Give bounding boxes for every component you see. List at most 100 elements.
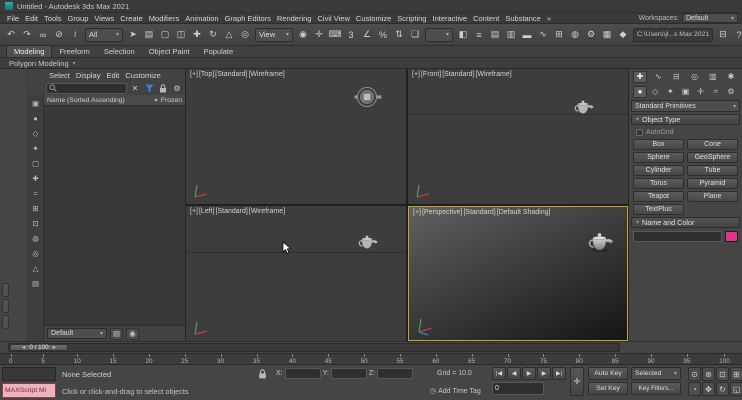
rendered-frame-window-icon[interactable]: ▦ <box>599 26 615 43</box>
viewport-perspective-standard-menu[interactable]: [Standard] <box>463 209 495 216</box>
frame-tick-80[interactable]: 80 <box>576 354 583 364</box>
teapot-object-left-view[interactable] <box>356 234 382 250</box>
frame-tick-65[interactable]: 65 <box>468 354 475 364</box>
maxscript-mini-listener[interactable]: MAXScript Mi <box>2 383 56 398</box>
create-button-box[interactable]: Box <box>633 139 684 150</box>
frame-tick-45[interactable]: 45 <box>325 354 332 364</box>
frame-tick-75[interactable]: 75 <box>540 354 547 364</box>
explorer-menu-customize[interactable]: Customize <box>122 71 163 80</box>
x-coordinate-field[interactable] <box>285 368 321 379</box>
viewport-layout-tab-c[interactable] <box>2 315 9 329</box>
viewport-left-general-menu[interactable]: [+] <box>190 208 198 215</box>
zoom-icon[interactable]: ⊙ <box>688 367 701 381</box>
menu-modifiers[interactable]: Modifiers <box>146 14 182 23</box>
viewport-top-shading-menu[interactable]: [Wireframe] <box>248 71 284 78</box>
ribbon-tab-modeling[interactable]: Modeling <box>6 45 52 57</box>
viewport-front-pov-menu[interactable]: [Front] <box>421 71 441 78</box>
name-color-rollout-header[interactable]: ▾ Name and Color <box>631 217 740 228</box>
explorer-layer-dropdown[interactable]: Default ▾ <box>47 328 107 339</box>
viewport-layout-tab-a[interactable] <box>2 283 9 297</box>
menu-content[interactable]: Content <box>470 14 502 23</box>
explorer-settings-icon[interactable]: ▤ <box>110 328 123 340</box>
selection-filter-dropdown[interactable]: All ▾ <box>85 28 123 42</box>
pan-icon[interactable]: ✥ <box>702 382 715 396</box>
menu-substance[interactable]: Substance <box>502 14 543 23</box>
helpers-category-icon[interactable]: ✛ <box>694 86 708 98</box>
motion-tab-icon[interactable]: ◎ <box>688 71 702 83</box>
menu-views[interactable]: Views <box>91 14 117 23</box>
menu-animation[interactable]: Animation <box>182 14 221 23</box>
add-time-tag[interactable]: ◷ Add Time Tag <box>430 387 481 395</box>
teapot-object-front-view[interactable] <box>572 99 598 115</box>
viewport-left-shading-menu[interactable]: [Wireframe] <box>249 208 285 215</box>
ribbon-panel-strip[interactable]: Polygon Modeling ▾ <box>0 58 742 69</box>
go-to-start-button[interactable]: |◀ <box>492 367 506 380</box>
project-folder-field[interactable]: C:\Users\jl...s Max 2021 <box>633 28 713 42</box>
render-setup-icon[interactable]: ⚙ <box>583 26 599 43</box>
set-keys-toggle[interactable]: ✛ <box>570 367 584 396</box>
create-button-cylinder[interactable]: Cylinder <box>633 165 684 176</box>
frame-tick-20[interactable]: 20 <box>145 354 152 364</box>
zoom-all-icon[interactable]: ⊛ <box>702 367 715 381</box>
maxscript-listener-line[interactable] <box>2 367 56 381</box>
undo-icon[interactable]: ↶ <box>3 26 19 43</box>
auto-key-button[interactable]: Auto Key <box>588 367 628 380</box>
frame-tick-90[interactable]: 90 <box>647 354 654 364</box>
ribbon-tab-populate[interactable]: Populate <box>197 46 241 57</box>
hierarchy-tab-icon[interactable]: ⊟ <box>669 71 683 83</box>
column-frozen-header[interactable]: Frozen <box>161 97 182 104</box>
autogrid-checkbox[interactable] <box>636 129 643 136</box>
toggle-display-all-icon[interactable]: ▣ <box>30 97 42 109</box>
menu-customize[interactable]: Customize <box>353 14 394 23</box>
geometry-category-icon[interactable]: ● <box>633 86 647 98</box>
selection-region-icon[interactable]: ▢ <box>157 26 173 43</box>
zoom-extents-icon[interactable]: ⊡ <box>716 367 729 381</box>
create-button-pyramid[interactable]: Pyramid <box>687 178 738 189</box>
shapes-category-icon[interactable]: ◇ <box>648 86 662 98</box>
render-production-icon[interactable]: ◆ <box>615 26 631 43</box>
toggle-xrefs-icon[interactable]: ⊡ <box>30 217 42 229</box>
mirror-icon[interactable]: ◧ <box>455 26 471 43</box>
set-key-button[interactable]: Set Key <box>588 382 628 395</box>
viewport-left-standard-menu[interactable]: [Standard] <box>216 208 248 215</box>
time-slider-track[interactable]: ◄ 0 / 100 ► <box>8 343 620 352</box>
toggle-shapes-icon[interactable]: ◇ <box>30 127 42 139</box>
y-coordinate-field[interactable] <box>331 368 367 379</box>
workspaces-dropdown[interactable]: Default ▾ <box>682 13 738 23</box>
explorer-search-box[interactable] <box>46 83 127 94</box>
menu-group[interactable]: Group <box>65 14 92 23</box>
viewport-front-standard-menu[interactable]: [Standard] <box>442 71 474 78</box>
percent-snap-icon[interactable]: % <box>375 26 391 43</box>
zoom-extents-all-icon[interactable]: ⊞ <box>730 367 742 381</box>
viewport-front-shading-menu[interactable]: [Wireframe] <box>476 71 512 78</box>
spinner-snap-icon[interactable]: ⇅ <box>391 26 407 43</box>
menu-scripting[interactable]: Scripting <box>394 14 429 23</box>
schematic-view-icon[interactable]: ⊞ <box>551 26 567 43</box>
viewport-perspective-shading-menu[interactable]: [Default Shading] <box>497 209 551 216</box>
frame-tick-0[interactable]: 0 <box>9 354 13 364</box>
display-tab-icon[interactable]: ▥ <box>706 71 720 83</box>
menu-tools[interactable]: Tools <box>41 14 65 23</box>
frame-tick-85[interactable]: 85 <box>612 354 619 364</box>
explorer-menu-edit[interactable]: Edit <box>103 71 122 80</box>
z-coordinate-field[interactable] <box>377 368 413 379</box>
viewport-layout-tab-b[interactable] <box>2 299 9 313</box>
viewport-front-general-menu[interactable]: [+] <box>412 71 420 78</box>
viewport-top[interactable]: [+][Top][Standard][Wireframe] <box>186 69 406 204</box>
create-tab-icon[interactable]: ✚ <box>633 71 647 83</box>
unlink-selection-icon[interactable]: ⊘ <box>51 26 67 43</box>
menu-x[interactable]: » <box>544 14 554 23</box>
frame-tick-30[interactable]: 30 <box>217 354 224 364</box>
utilities-tab-icon[interactable]: ✱ <box>724 71 738 83</box>
frame-tick-100[interactable]: 100 <box>719 354 730 364</box>
frame-tick-40[interactable]: 40 <box>289 354 296 364</box>
select-and-move-icon[interactable]: ✚ <box>189 26 205 43</box>
cameras-category-icon[interactable]: ▣ <box>678 86 692 98</box>
systems-category-icon[interactable]: ⚙ <box>724 86 738 98</box>
toggle-containers-icon[interactable]: ◎ <box>30 247 42 259</box>
frame-tick-50[interactable]: 50 <box>361 354 368 364</box>
create-button-cone[interactable]: Cone <box>687 139 738 150</box>
bind-to-space-warp-icon[interactable]: ≀ <box>67 26 83 43</box>
explorer-rows-empty[interactable] <box>44 106 185 325</box>
menu-create[interactable]: Create <box>117 14 146 23</box>
